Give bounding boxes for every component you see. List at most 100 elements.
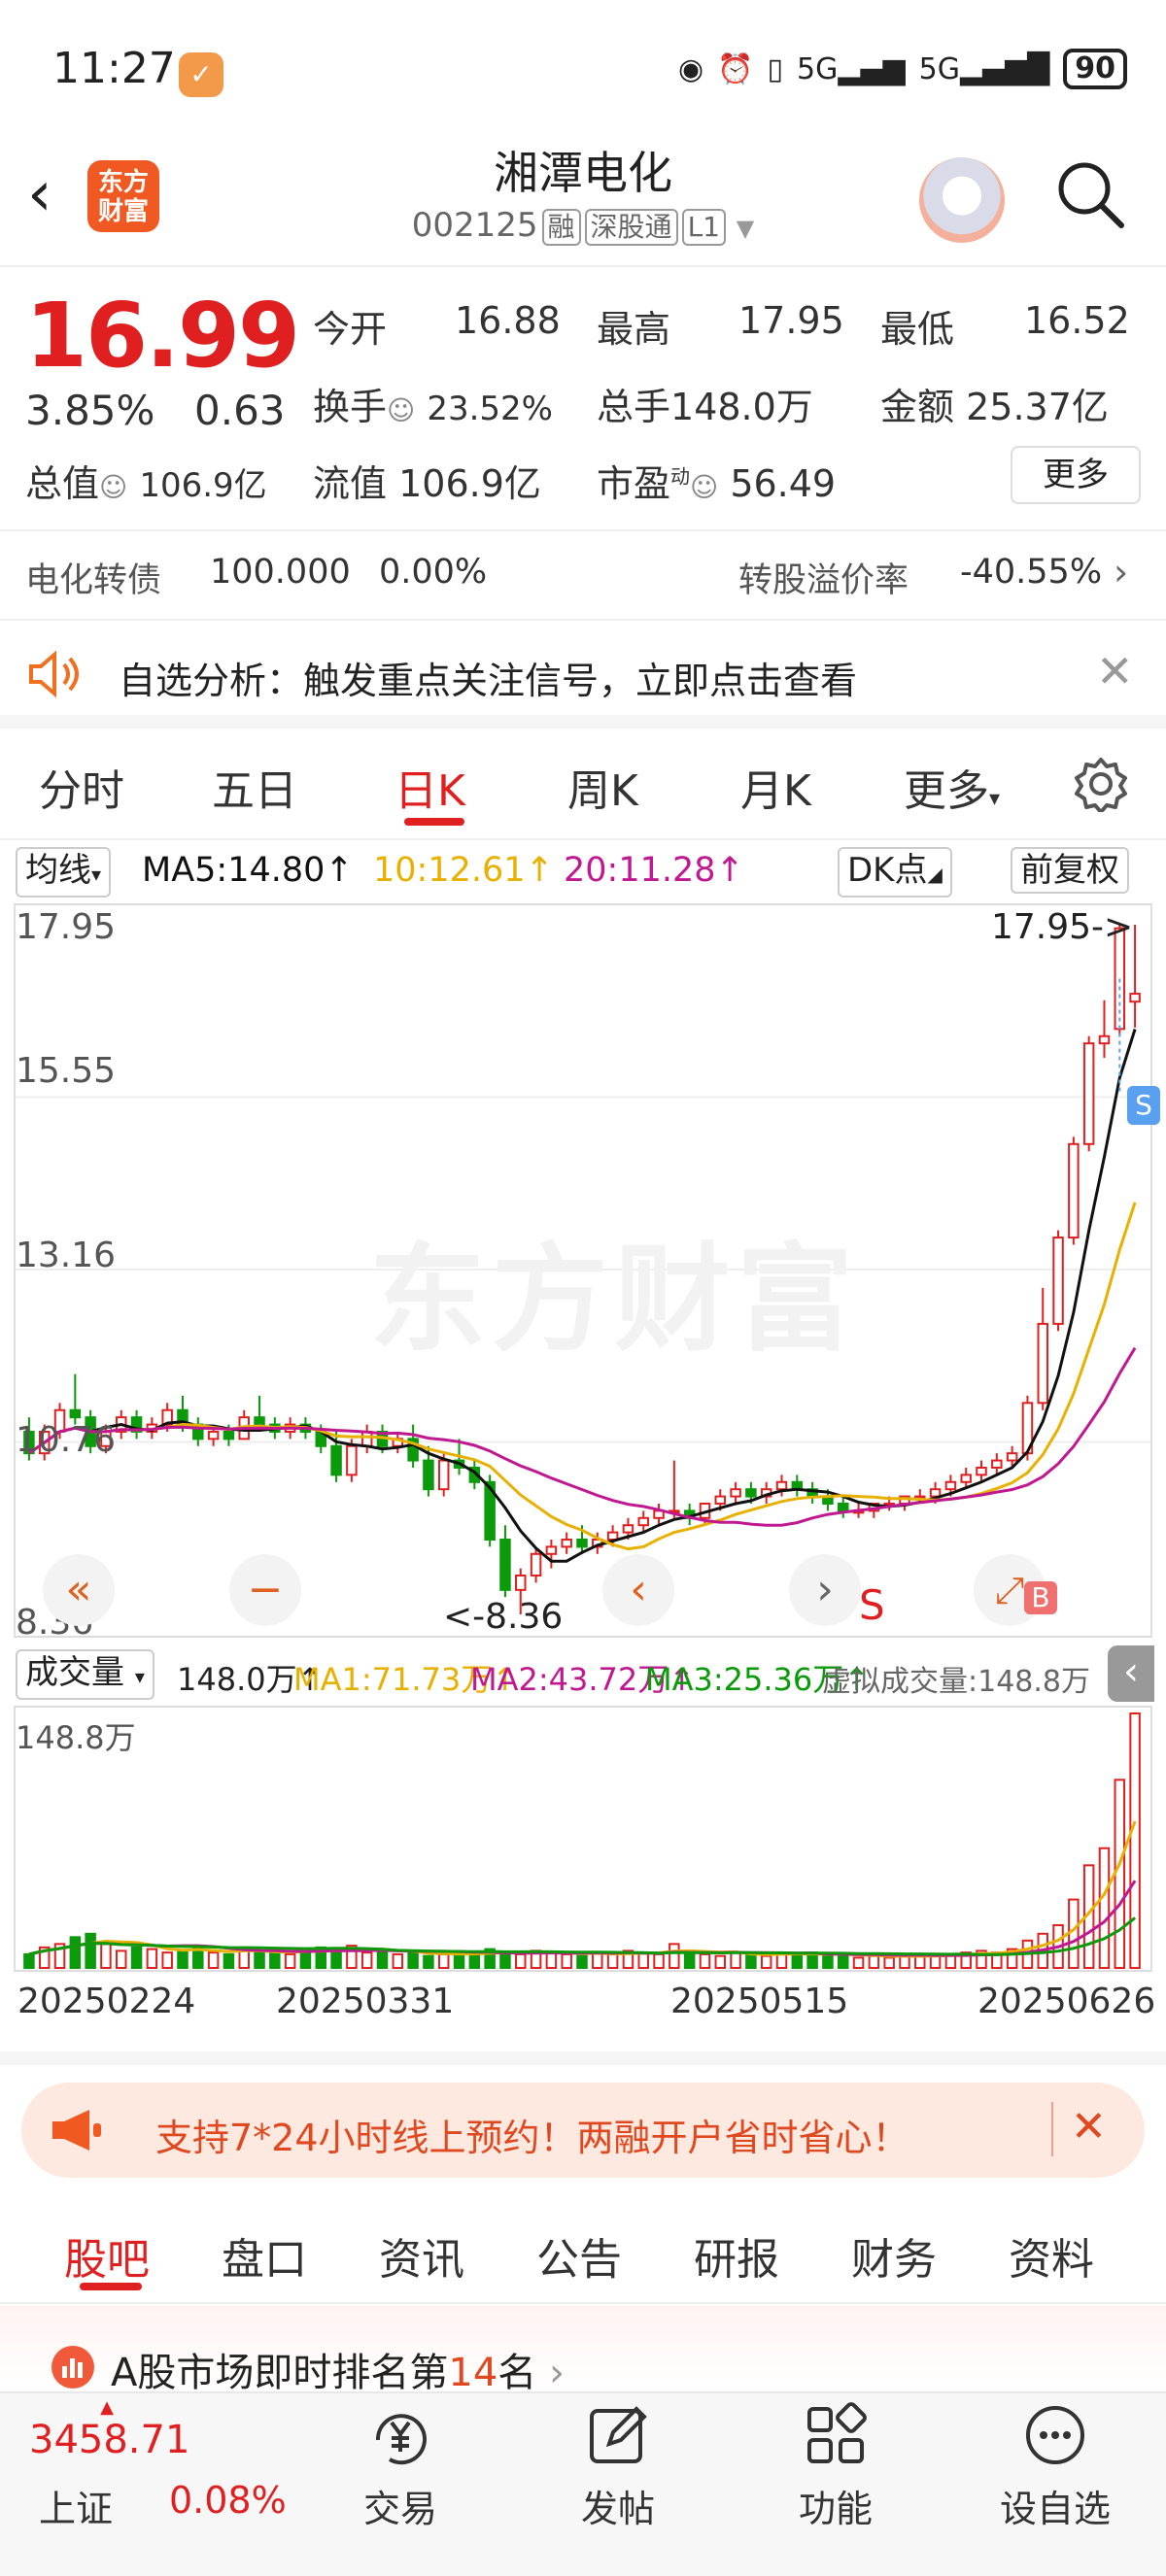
tab-orderbook[interactable]: 盘口 — [222, 2224, 307, 2287]
bond-name: 电化转债 — [25, 561, 162, 600]
virtual-volume: 虚拟成交量:148.8万 — [822, 1665, 1090, 1699]
status-time: 11:27 — [52, 44, 176, 93]
yuan-icon — [375, 2414, 427, 2465]
tab-more[interactable]: 更多▾ — [904, 756, 1000, 818]
candle — [775, 1480, 788, 1491]
promo-banner[interactable]: 支持7*24小时线上预约！两融开户省时省心！ ✕ — [21, 2083, 1145, 2178]
volume-svg[interactable] — [16, 1708, 1150, 1970]
indicator-selector[interactable]: 成交量 ▾ — [16, 1649, 154, 1700]
volume-bar — [837, 1952, 849, 1969]
change-value: 0.63 — [194, 387, 286, 434]
info-icon[interactable]: ☺ — [387, 394, 415, 426]
candle — [330, 1444, 342, 1476]
search-icon[interactable] — [1055, 159, 1125, 229]
turnover-label: 换手☺ 23.52% — [313, 386, 553, 428]
vol-ma1-line — [28, 1820, 1137, 1958]
tab-intraday[interactable]: 分时 — [39, 756, 124, 818]
volume-bar — [730, 1951, 741, 1970]
volume-bar — [130, 1946, 143, 1970]
volume-label: 总手148.0万 — [597, 386, 813, 428]
candle — [437, 1459, 450, 1491]
tab-forum[interactable]: 股吧 — [64, 2224, 150, 2287]
zoom-out-button[interactable]: − — [229, 1554, 301, 1626]
dropdown-icon[interactable]: ▼ — [737, 215, 754, 242]
convertible-bond-row[interactable]: 电化转债 100.000 0.00% 转股溢价率 -40.55% › — [0, 529, 1166, 621]
date-label-2: 20250515 — [670, 1982, 849, 2021]
nav-add-watchlist[interactable]: 设自选 — [987, 2401, 1123, 2532]
candle — [561, 1539, 572, 1548]
volume-max-label: 148.8万 — [16, 1719, 136, 1756]
candle — [606, 1531, 619, 1542]
scroll-left-button[interactable]: ‹ — [602, 1554, 674, 1626]
more-button[interactable]: 更多 — [1011, 446, 1141, 504]
info-icon-2[interactable]: ☺ — [99, 471, 127, 503]
index-ticker[interactable]: ▲ 3458.71 — [29, 2397, 189, 2462]
assistant-avatar[interactable] — [919, 157, 1005, 243]
volume-bar — [100, 1943, 112, 1969]
sell-marker[interactable]: S — [1127, 1086, 1160, 1125]
volume-bar — [177, 1949, 189, 1969]
volume-bar — [423, 1954, 434, 1969]
volume-bar — [1129, 1712, 1141, 1969]
buy-marker[interactable]: B — [1024, 1581, 1057, 1614]
promo-close-icon[interactable]: ✕ — [1071, 2102, 1107, 2152]
ma10-value: 10:12.61↑ — [373, 851, 554, 890]
info-tab-indicator — [80, 2283, 142, 2290]
scroll-right-button[interactable]: › — [789, 1554, 861, 1626]
tab-monthly[interactable]: 月K — [740, 756, 811, 818]
nav-functions[interactable]: 功能 — [768, 2401, 904, 2532]
volume-bar — [207, 1951, 220, 1970]
volume-bar — [223, 1952, 235, 1969]
tab-weekly[interactable]: 周K — [567, 756, 638, 818]
open-value: 16.88 — [455, 299, 561, 342]
tab-research[interactable]: 研报 — [694, 2224, 779, 2287]
tab-news[interactable]: 资讯 — [379, 2224, 464, 2287]
candle — [530, 1552, 542, 1577]
gear-icon[interactable] — [1073, 756, 1129, 812]
ma-legend: 均线▾ MA5:14.80↑ 10:12.61↑ 20:11.28↑ DK点◢ … — [0, 845, 1166, 898]
tab-5day[interactable]: 五日 — [212, 756, 297, 818]
min-price-marker: <-8.36 — [443, 1597, 564, 1637]
collapse-panel-button[interactable]: ‹ — [1108, 1645, 1154, 1702]
tag-margin: 融 — [541, 209, 581, 246]
eye-icon: ◉ — [677, 51, 704, 86]
open-label: 今开 — [313, 308, 388, 351]
tag-connect: 深股通 — [584, 209, 678, 246]
volume-bar — [1068, 1898, 1080, 1969]
float-label: 流值 106.9亿 — [313, 462, 541, 505]
tab-financials[interactable]: 财务 — [851, 2224, 937, 2287]
close-icon[interactable]: ✕ — [1096, 645, 1134, 697]
status-icons: ◉ ⏰ ▯ 5G▂▄▆ 5G▂▄▆█ 90 — [678, 49, 1127, 89]
volume-bar — [23, 1952, 35, 1969]
volume-bar — [499, 1951, 511, 1970]
ma-selector[interactable]: 均线▾ — [16, 847, 112, 898]
tab-profile[interactable]: 资料 — [1009, 2224, 1094, 2287]
index-change: 0.08% — [169, 2479, 287, 2522]
signal-notice[interactable]: 自选分析：触发重点关注信号，立即点击查看 ✕ — [0, 622, 1166, 729]
volume-bar — [392, 1952, 404, 1969]
candle — [622, 1524, 634, 1534]
more-dots-icon — [1026, 2406, 1084, 2464]
nav-trade[interactable]: 交易 — [332, 2401, 468, 2532]
watermark: 东方财富 — [369, 1233, 859, 1368]
volume-bar — [852, 1956, 865, 1970]
chevron-right-icon: › — [1114, 551, 1129, 593]
candle — [837, 1502, 849, 1512]
candle — [576, 1539, 588, 1548]
high-label: 最高 — [597, 308, 671, 351]
candle — [223, 1430, 235, 1441]
info-icon-3[interactable]: ☺ — [690, 471, 718, 503]
dk-point-selector[interactable]: DK点◢ — [838, 847, 952, 898]
adjust-selector[interactable]: 前复权 — [1011, 847, 1129, 894]
tab-announcements[interactable]: 公告 — [536, 2224, 622, 2287]
nav-post[interactable]: 发帖 — [550, 2401, 686, 2532]
market-rank-banner[interactable]: A股市场即时排名第14名 › — [0, 2306, 1166, 2395]
volume-bar — [561, 1952, 572, 1969]
scroll-left-fast-button[interactable]: « — [43, 1554, 115, 1626]
signal-icon: 5G▂▄▆ — [797, 51, 906, 86]
volume-chart[interactable] — [14, 1706, 1152, 1972]
candle — [1068, 1142, 1080, 1239]
ma5-value: MA5:14.80↑ — [142, 851, 354, 890]
tab-daily[interactable]: 日K — [394, 756, 465, 818]
speaker-icon — [29, 650, 79, 698]
